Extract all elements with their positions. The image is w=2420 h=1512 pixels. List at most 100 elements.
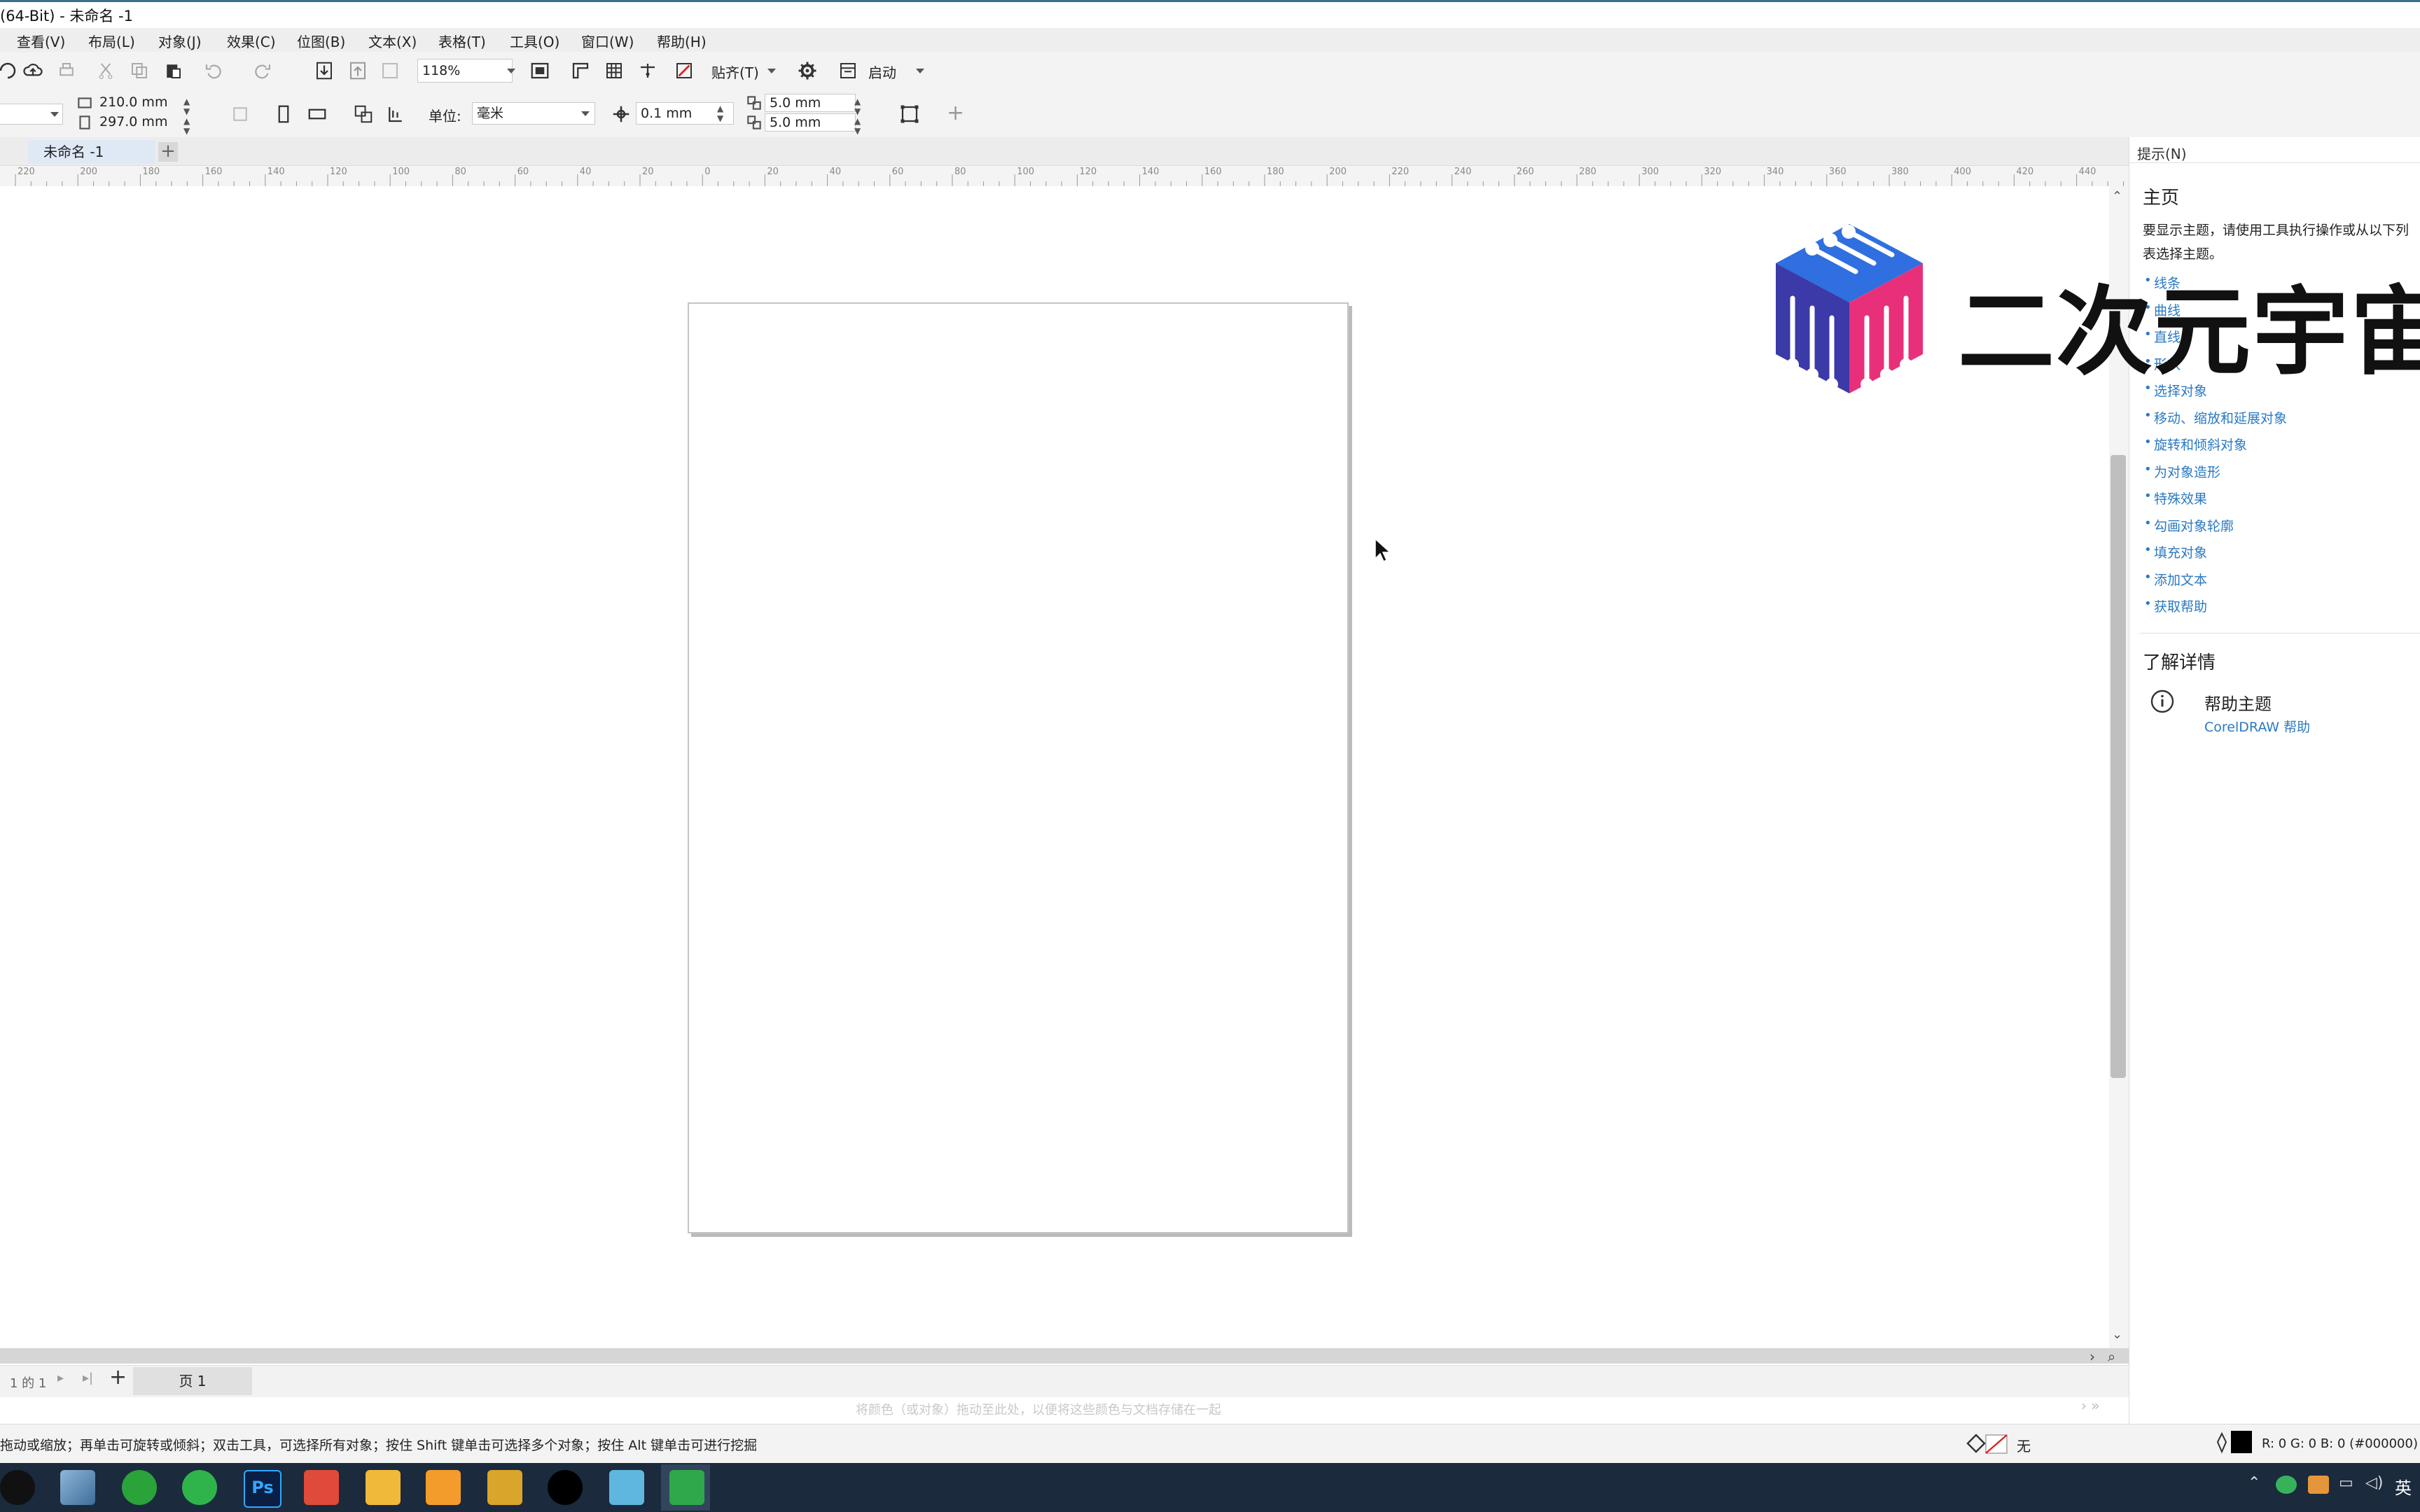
menu-tools[interactable]: 工具(O) (510, 31, 559, 51)
tray-app-icon[interactable] (2308, 1476, 2329, 1494)
print-icon[interactable] (55, 59, 78, 83)
menu-layout[interactable]: 布局(L) (88, 31, 135, 51)
cloud-upload-icon[interactable] (21, 59, 45, 83)
coreldraw-icon[interactable] (669, 1470, 704, 1505)
app-yellow-icon[interactable] (487, 1470, 522, 1505)
ruler-label: 180 (1267, 167, 1284, 177)
current-page-icon[interactable] (384, 102, 408, 126)
vertical-scroll-thumb[interactable] (2110, 455, 2126, 1078)
redo-icon[interactable] (251, 59, 274, 83)
coreldraw-help-link[interactable]: CorelDRAW 帮助 (2204, 717, 2310, 736)
document-tab[interactable]: 未命名 -1 (28, 140, 155, 164)
menu-object[interactable]: 对象(J) (158, 31, 202, 51)
ime-indicator[interactable]: 英 (2395, 1474, 2412, 1499)
tray-network-icon[interactable]: ▭ (2339, 1474, 2353, 1492)
cut-icon[interactable] (94, 59, 118, 83)
snap-dropdown-icon[interactable] (767, 69, 776, 74)
paste-icon[interactable] (161, 59, 185, 83)
app-blue-icon[interactable] (609, 1470, 644, 1505)
tray-volume-icon[interactable]: ◁) (2365, 1474, 2384, 1492)
document-page[interactable] (688, 302, 1349, 1233)
menu-view[interactable]: 查看(V) (17, 31, 65, 51)
menu-help[interactable]: 帮助(H) (657, 31, 707, 51)
import-icon[interactable] (312, 59, 336, 83)
landscape-icon[interactable] (305, 102, 329, 126)
tray-chevron-icon[interactable]: ⌃ (2248, 1474, 2260, 1492)
hint-topic-link[interactable]: 特殊效果 (2154, 489, 2207, 507)
units-select[interactable]: 毫米 (472, 102, 595, 125)
notepad-icon[interactable] (60, 1470, 95, 1505)
page-height-field[interactable]: 297.0 mm (95, 113, 185, 132)
scroll-right-icon[interactable]: › (2089, 1348, 2095, 1365)
qq-icon[interactable] (0, 1470, 35, 1505)
add-page-icon[interactable]: + (109, 1365, 127, 1390)
open-icon[interactable] (0, 59, 20, 83)
launch-dropdown-icon[interactable] (916, 69, 924, 74)
launch-label[interactable]: 启动 (868, 62, 896, 82)
transform-icon[interactable] (228, 102, 252, 126)
photoshop-icon[interactable]: Ps (244, 1470, 281, 1508)
hint-topic-link[interactable]: 获取帮助 (2154, 596, 2207, 615)
undo-icon[interactable] (202, 59, 225, 83)
ruler-label: 40 (579, 167, 592, 177)
ruler-label: 160 (1204, 167, 1222, 177)
archive-icon[interactable] (426, 1470, 461, 1505)
show-rulers-icon[interactable] (569, 59, 592, 83)
hint-topic-link[interactable]: 添加文本 (2154, 570, 2207, 589)
add-toolbar-plus-icon[interactable]: + (947, 101, 964, 125)
last-page-icon[interactable]: ▸| (83, 1371, 93, 1385)
menu-bitmap[interactable]: 位图(B) (297, 31, 345, 51)
page-size-dropdown-icon[interactable] (50, 112, 59, 117)
all-pages-icon[interactable] (352, 102, 375, 126)
snap-off-icon[interactable] (672, 59, 696, 83)
outline-color-swatch[interactable] (2231, 1431, 2252, 1453)
file-explorer-icon[interactable] (366, 1470, 401, 1505)
publish-pdf-icon[interactable] (378, 59, 402, 83)
zoom-level-field[interactable]: 118% (417, 59, 513, 83)
bounding-box-icon[interactable] (898, 102, 922, 126)
menu-effects[interactable]: 效果(C) (227, 31, 276, 51)
new-document-tab-button[interactable]: + (158, 142, 178, 162)
page-tab[interactable]: 页 1 (133, 1367, 252, 1395)
show-grid-icon[interactable] (602, 59, 626, 83)
duplicate-spinner-icon[interactable]: ▲ ▼ ▲ ▼ (854, 97, 861, 136)
export-icon[interactable] (346, 59, 370, 83)
hint-topic-link[interactable]: 填充对象 (2154, 542, 2207, 561)
fill-none-icon[interactable] (1965, 1431, 2010, 1459)
hint-topic-link[interactable]: 为对象造形 (2154, 462, 2220, 481)
app-dark-icon[interactable] (548, 1470, 583, 1505)
full-screen-icon[interactable] (528, 59, 552, 83)
browser-icon[interactable] (122, 1470, 157, 1505)
ruler-label: 360 (1828, 167, 1847, 177)
hint-topic-link[interactable]: 移动、缩放和延展对象 (2154, 408, 2287, 427)
palette-scroll-icon[interactable]: › » (2081, 1397, 2100, 1414)
portrait-icon[interactable] (272, 102, 295, 126)
app-red-icon[interactable] (304, 1470, 339, 1505)
snap-to-label[interactable]: 贴齐(T) (711, 62, 759, 82)
copy-icon[interactable] (127, 59, 151, 83)
size-spinner-icon[interactable]: ▲ ▼ ▲ ▼ (183, 97, 190, 136)
menu-table[interactable]: 表格(T) (438, 31, 486, 51)
scroll-up-icon[interactable]: ⌃ (2112, 189, 2122, 204)
next-page-icon[interactable]: ▸ (57, 1371, 64, 1385)
menu-window[interactable]: 窗口(W) (581, 31, 634, 51)
zoom-navigator-icon[interactable]: ⌕ (2108, 1348, 2115, 1365)
tray-wechat-icon[interactable] (2276, 1476, 2297, 1494)
hint-topic-link[interactable]: 勾画对象轮廓 (2154, 516, 2234, 535)
duplicate-y-field[interactable]: 5.0 mm (765, 113, 856, 132)
show-guidelines-icon[interactable] (636, 59, 660, 83)
duplicate-x-field[interactable]: 5.0 mm (765, 94, 856, 112)
menu-text[interactable]: 文本(X) (368, 31, 417, 51)
page-width-field[interactable]: 210.0 mm (95, 94, 185, 112)
outline-pen-icon[interactable] (2214, 1431, 2230, 1459)
hint-topic-link[interactable]: 旋转和倾斜对象 (2154, 435, 2247, 454)
horizontal-ruler[interactable]: 220 200 180 160 140 120 100 80 60 40 20 0 20 40 60 80 10… (0, 165, 2129, 188)
options-gear-icon[interactable] (795, 59, 819, 83)
units-dropdown-icon[interactable] (581, 111, 590, 116)
scroll-down-icon[interactable]: ⌄ (2112, 1327, 2122, 1342)
launch-icon[interactable] (836, 59, 860, 83)
horizontal-scrollbar[interactable] (0, 1348, 2129, 1364)
zoom-dropdown-icon[interactable] (507, 69, 515, 74)
nudge-spinner-icon[interactable]: ▲ ▼ (717, 104, 723, 123)
wechat-icon[interactable] (182, 1470, 217, 1505)
